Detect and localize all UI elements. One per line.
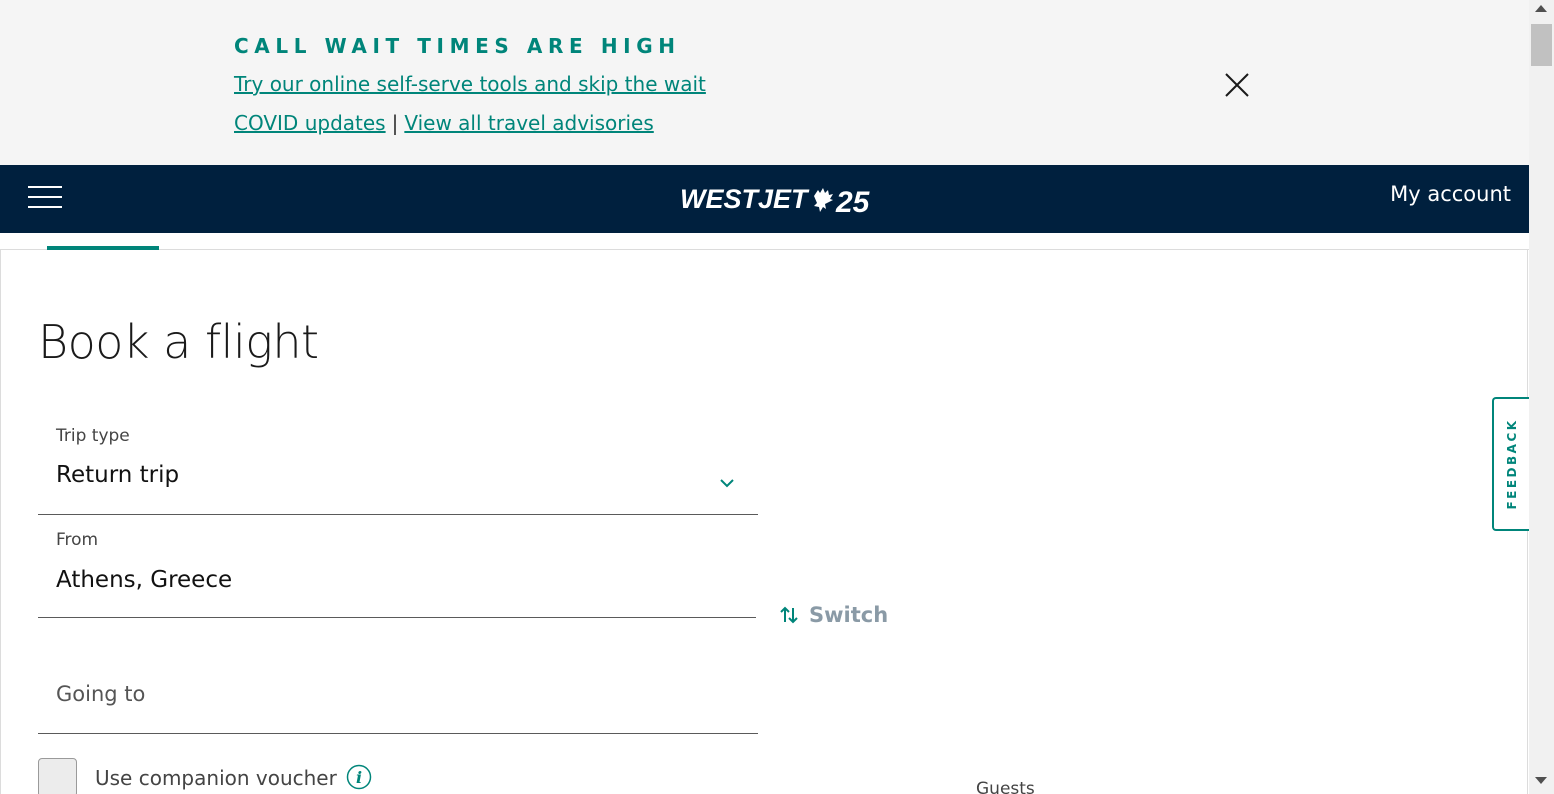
alert-title: CALL WAIT TIMES ARE HIGH bbox=[234, 34, 681, 58]
info-icon-glyph: i bbox=[356, 768, 362, 787]
scroll-down-arrow-icon[interactable] bbox=[1535, 777, 1547, 784]
booking-tabs bbox=[0, 233, 1529, 250]
going-to-placeholder: Going to bbox=[56, 682, 146, 706]
covid-updates-link[interactable]: COVID updates bbox=[234, 111, 386, 135]
maple-leaf-icon bbox=[814, 188, 833, 212]
page: CALL WAIT TIMES ARE HIGH Try our online … bbox=[0, 0, 1554, 794]
trip-type-select[interactable]: Trip type Return trip bbox=[38, 412, 758, 515]
card-border-left bbox=[0, 250, 1, 794]
trip-type-value: Return trip bbox=[56, 462, 180, 488]
feedback-label: FEEDBACK bbox=[1505, 418, 1519, 510]
westjet-logo[interactable]: WESTJET 25 bbox=[678, 180, 874, 219]
travel-advisories-link[interactable]: View all travel advisories bbox=[404, 111, 653, 135]
from-label: From bbox=[56, 530, 99, 550]
hamburger-menu-icon[interactable] bbox=[28, 186, 62, 208]
alert-banner bbox=[0, 0, 1529, 165]
info-icon[interactable]: i bbox=[346, 764, 372, 790]
companion-voucher-label: Use companion voucher bbox=[95, 766, 337, 790]
active-tab-indicator[interactable] bbox=[47, 246, 159, 250]
companion-voucher-checkbox[interactable] bbox=[38, 758, 77, 794]
logo-wordmark: WESTJET bbox=[680, 184, 810, 214]
close-icon[interactable] bbox=[1223, 71, 1251, 99]
chevron-down-icon bbox=[718, 474, 736, 488]
self-serve-link[interactable]: Try our online self-serve tools and skip… bbox=[234, 72, 706, 96]
from-field[interactable]: From Athens, Greece bbox=[38, 516, 756, 618]
trip-type-label: Trip type bbox=[56, 426, 130, 446]
logo-anniversary: 25 bbox=[835, 186, 871, 218]
scrollbar-track[interactable] bbox=[1529, 0, 1554, 794]
from-value: Athens, Greece bbox=[56, 567, 233, 593]
going-to-field[interactable]: Going to bbox=[38, 630, 758, 734]
guests-label: Guests bbox=[976, 779, 1035, 794]
alert-links-row: COVID updates | View all travel advisories bbox=[234, 111, 654, 135]
page-title: Book a flight bbox=[38, 315, 319, 369]
feedback-tab[interactable]: FEEDBACK bbox=[1492, 397, 1530, 531]
switch-label: Switch bbox=[809, 603, 889, 627]
switch-button[interactable]: Switch bbox=[779, 600, 888, 630]
my-account-link[interactable]: My account bbox=[1390, 182, 1511, 206]
scroll-up-arrow-icon[interactable] bbox=[1535, 5, 1547, 12]
link-separator: | bbox=[391, 111, 399, 135]
scrollbar-thumb[interactable] bbox=[1531, 24, 1552, 66]
swap-arrows-icon bbox=[780, 606, 798, 624]
